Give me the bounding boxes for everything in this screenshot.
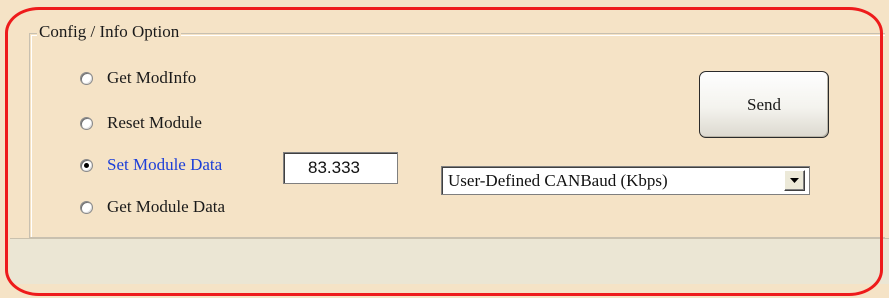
config-window: Config / Info Option Get ModInfo Reset M… — [0, 0, 889, 298]
window-left-edge — [0, 0, 10, 298]
radio-set-module-data[interactable] — [80, 158, 93, 172]
option-set-module-data[interactable]: Set Module Data — [80, 153, 222, 177]
send-button[interactable]: Send — [699, 71, 829, 138]
option-label-reset-module: Reset Module — [107, 113, 202, 132]
radio-get-module-data[interactable] — [80, 200, 93, 214]
option-get-modinfo[interactable]: Get ModInfo — [80, 66, 196, 90]
window-bottom-edge — [10, 284, 889, 298]
send-button-label: Send — [747, 94, 781, 114]
groupbox-title: Config / Info Option — [37, 20, 182, 44]
chevron-down-icon — [790, 177, 799, 183]
option-label-get-modinfo: Get ModInfo — [107, 68, 197, 87]
canbaud-select[interactable]: User-Defined CANBaud (Kbps) — [441, 166, 810, 195]
option-get-module-data[interactable]: Get Module Data — [80, 195, 225, 219]
option-label-set-module-data: Set Module Data — [107, 155, 223, 174]
radio-reset-module[interactable] — [80, 116, 93, 130]
status-area — [10, 238, 889, 285]
option-label-get-module-data: Get Module Data — [107, 197, 226, 216]
canbaud-select-value: User-Defined CANBaud (Kbps) — [448, 170, 668, 190]
option-reset-module[interactable]: Reset Module — [80, 111, 202, 135]
module-data-input[interactable]: 83.333 — [283, 152, 398, 184]
dropdown-button[interactable] — [784, 170, 805, 191]
radio-get-modinfo[interactable] — [80, 71, 93, 85]
